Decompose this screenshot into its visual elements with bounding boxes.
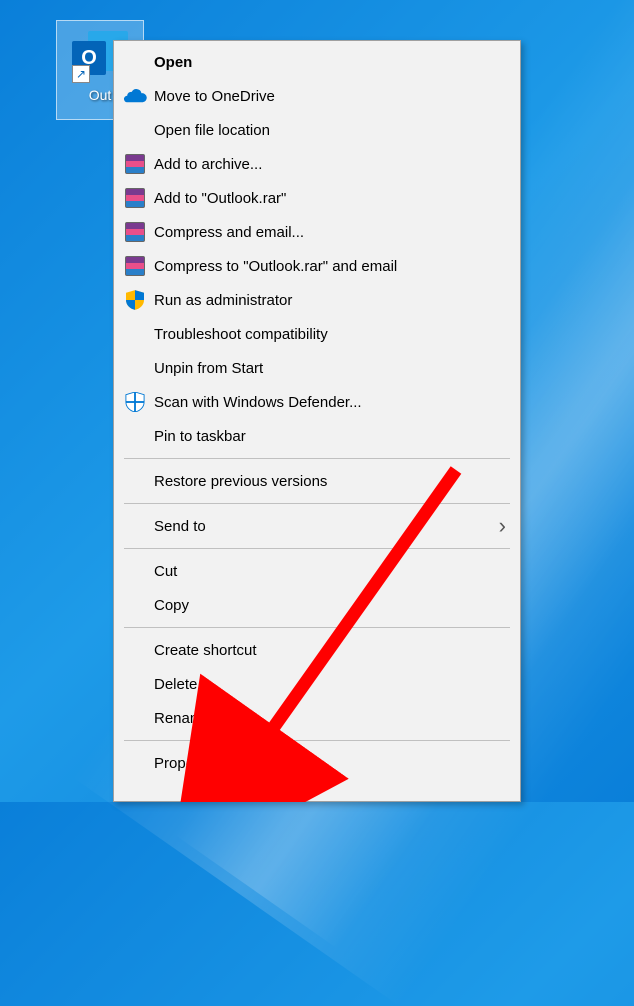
blank-icon <box>122 119 148 141</box>
blank-icon <box>122 594 148 616</box>
onedrive-icon <box>122 85 148 107</box>
menu-item-delete[interactable]: Delete <box>116 667 518 701</box>
blank-icon <box>122 51 148 73</box>
menu-item-label: Scan with Windows Defender... <box>154 394 506 411</box>
menu-item-label: Open file location <box>154 122 506 139</box>
menu-item-label: Delete <box>154 676 506 693</box>
menu-item-label: Add to archive... <box>154 156 506 173</box>
defender-icon <box>122 391 148 413</box>
shortcut-arrow-icon: ↗ <box>72 65 90 83</box>
menu-item-create-shortcut[interactable]: Create shortcut <box>116 633 518 667</box>
blank-icon <box>122 425 148 447</box>
menu-item-scan-defender[interactable]: Scan with Windows Defender... <box>116 385 518 419</box>
winrar-icon <box>122 187 148 209</box>
menu-item-compress-outlook-email[interactable]: Compress to "Outlook.rar" and email <box>116 249 518 283</box>
menu-item-label: Create shortcut <box>154 642 506 659</box>
winrar-icon <box>122 221 148 243</box>
menu-item-label: Compress and email... <box>154 224 506 241</box>
menu-item-run-admin[interactable]: Run as administrator <box>116 283 518 317</box>
menu-item-label: Run as administrator <box>154 292 506 309</box>
menu-item-compress-email[interactable]: Compress and email... <box>116 215 518 249</box>
menu-item-open[interactable]: Open <box>116 45 518 79</box>
menu-item-label: Open <box>154 54 506 71</box>
chevron-right-icon: › <box>499 513 506 539</box>
menu-separator <box>124 503 510 504</box>
blank-icon <box>122 639 148 661</box>
menu-item-add-outlook-rar[interactable]: Add to "Outlook.rar" <box>116 181 518 215</box>
menu-item-label: Cut <box>154 563 506 580</box>
menu-item-label: Compress to "Outlook.rar" and email <box>154 258 506 275</box>
menu-item-troubleshoot[interactable]: Troubleshoot compatibility <box>116 317 518 351</box>
menu-item-label: Restore previous versions <box>154 473 506 490</box>
blank-icon <box>122 470 148 492</box>
blank-icon <box>122 707 148 729</box>
menu-item-label: Properties <box>154 755 506 772</box>
winrar-icon <box>122 255 148 277</box>
winrar-icon <box>122 153 148 175</box>
blank-icon <box>122 560 148 582</box>
menu-item-label: Send to <box>154 518 499 535</box>
context-menu: Open Move to OneDrive Open file location Ad… <box>113 40 521 802</box>
menu-item-restore-versions[interactable]: Restore previous versions <box>116 464 518 498</box>
menu-separator <box>124 548 510 549</box>
uac-shield-icon <box>122 289 148 311</box>
blank-icon <box>122 752 148 774</box>
menu-item-move-onedrive[interactable]: Move to OneDrive <box>116 79 518 113</box>
menu-item-rename[interactable]: Rename <box>116 701 518 735</box>
menu-separator <box>124 627 510 628</box>
menu-item-send-to[interactable]: Send to› <box>116 509 518 543</box>
menu-item-open-location[interactable]: Open file location <box>116 113 518 147</box>
blank-icon <box>122 673 148 695</box>
menu-item-label: Pin to taskbar <box>154 428 506 445</box>
blank-icon <box>122 515 148 537</box>
menu-item-label: Add to "Outlook.rar" <box>154 190 506 207</box>
menu-separator <box>124 740 510 741</box>
desktop-icon-label: Out <box>89 87 112 103</box>
menu-item-properties[interactable]: Properties <box>116 746 518 780</box>
menu-item-label: Copy <box>154 597 506 614</box>
menu-item-label: Unpin from Start <box>154 360 506 377</box>
menu-item-label: Move to OneDrive <box>154 88 506 105</box>
menu-item-copy[interactable]: Copy <box>116 588 518 622</box>
menu-separator <box>124 458 510 459</box>
blank-icon <box>122 323 148 345</box>
menu-item-cut[interactable]: Cut <box>116 554 518 588</box>
menu-item-label: Troubleshoot compatibility <box>154 326 506 343</box>
menu-item-unpin-start[interactable]: Unpin from Start <box>116 351 518 385</box>
menu-item-add-archive[interactable]: Add to archive... <box>116 147 518 181</box>
menu-item-label: Rename <box>154 710 506 727</box>
blank-icon <box>122 357 148 379</box>
menu-item-pin-taskbar[interactable]: Pin to taskbar <box>116 419 518 453</box>
